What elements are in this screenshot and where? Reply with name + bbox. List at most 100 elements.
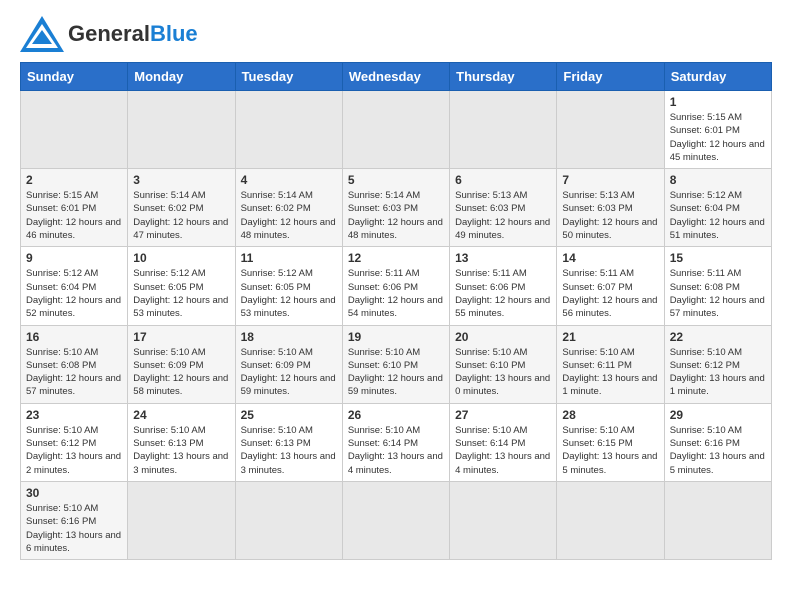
day-number: 11 (241, 251, 337, 265)
day-number: 2 (26, 173, 122, 187)
header-thursday: Thursday (450, 63, 557, 91)
header-friday: Friday (557, 63, 664, 91)
day-info: Sunrise: 5:10 AM Sunset: 6:13 PM Dayligh… (241, 424, 337, 477)
day-info: Sunrise: 5:15 AM Sunset: 6:01 PM Dayligh… (26, 189, 122, 242)
day-info: Sunrise: 5:12 AM Sunset: 6:04 PM Dayligh… (26, 267, 122, 320)
day-info: Sunrise: 5:13 AM Sunset: 6:03 PM Dayligh… (455, 189, 551, 242)
table-row: 9 Sunrise: 5:12 AM Sunset: 6:04 PM Dayli… (21, 247, 128, 325)
day-number: 10 (133, 251, 229, 265)
day-info: Sunrise: 5:12 AM Sunset: 6:05 PM Dayligh… (133, 267, 229, 320)
day-info: Sunrise: 5:10 AM Sunset: 6:14 PM Dayligh… (348, 424, 444, 477)
day-number: 9 (26, 251, 122, 265)
table-row (128, 91, 235, 169)
day-number: 14 (562, 251, 658, 265)
day-info: Sunrise: 5:11 AM Sunset: 6:07 PM Dayligh… (562, 267, 658, 320)
table-row: 28 Sunrise: 5:10 AM Sunset: 6:15 PM Dayl… (557, 403, 664, 481)
calendar-table: Sunday Monday Tuesday Wednesday Thursday… (20, 62, 772, 560)
table-row (21, 91, 128, 169)
day-info: Sunrise: 5:10 AM Sunset: 6:16 PM Dayligh… (670, 424, 766, 477)
table-row: 30 Sunrise: 5:10 AM Sunset: 6:16 PM Dayl… (21, 481, 128, 559)
table-row: 4 Sunrise: 5:14 AM Sunset: 6:02 PM Dayli… (235, 169, 342, 247)
day-info: Sunrise: 5:10 AM Sunset: 6:15 PM Dayligh… (562, 424, 658, 477)
header: GeneralBlue (20, 16, 772, 52)
table-row: 27 Sunrise: 5:10 AM Sunset: 6:14 PM Dayl… (450, 403, 557, 481)
day-number: 1 (670, 95, 766, 109)
logo-general: General (68, 21, 150, 46)
table-row: 18 Sunrise: 5:10 AM Sunset: 6:09 PM Dayl… (235, 325, 342, 403)
day-info: Sunrise: 5:10 AM Sunset: 6:14 PM Dayligh… (455, 424, 551, 477)
table-row (342, 481, 449, 559)
day-number: 23 (26, 408, 122, 422)
table-row: 25 Sunrise: 5:10 AM Sunset: 6:13 PM Dayl… (235, 403, 342, 481)
day-info: Sunrise: 5:10 AM Sunset: 6:10 PM Dayligh… (455, 346, 551, 399)
day-number: 7 (562, 173, 658, 187)
week-row: 16 Sunrise: 5:10 AM Sunset: 6:08 PM Dayl… (21, 325, 772, 403)
day-number: 19 (348, 330, 444, 344)
day-info: Sunrise: 5:11 AM Sunset: 6:06 PM Dayligh… (455, 267, 551, 320)
table-row: 13 Sunrise: 5:11 AM Sunset: 6:06 PM Dayl… (450, 247, 557, 325)
day-number: 21 (562, 330, 658, 344)
header-wednesday: Wednesday (342, 63, 449, 91)
day-number: 12 (348, 251, 444, 265)
table-row (128, 481, 235, 559)
table-row (235, 481, 342, 559)
day-info: Sunrise: 5:11 AM Sunset: 6:06 PM Dayligh… (348, 267, 444, 320)
day-number: 16 (26, 330, 122, 344)
day-info: Sunrise: 5:12 AM Sunset: 6:05 PM Dayligh… (241, 267, 337, 320)
table-row: 10 Sunrise: 5:12 AM Sunset: 6:05 PM Dayl… (128, 247, 235, 325)
day-number: 27 (455, 408, 551, 422)
week-row: 1 Sunrise: 5:15 AM Sunset: 6:01 PM Dayli… (21, 91, 772, 169)
table-row: 14 Sunrise: 5:11 AM Sunset: 6:07 PM Dayl… (557, 247, 664, 325)
table-row: 15 Sunrise: 5:11 AM Sunset: 6:08 PM Dayl… (664, 247, 771, 325)
day-number: 4 (241, 173, 337, 187)
table-row: 29 Sunrise: 5:10 AM Sunset: 6:16 PM Dayl… (664, 403, 771, 481)
day-info: Sunrise: 5:10 AM Sunset: 6:16 PM Dayligh… (26, 502, 122, 555)
logo-blue: Blue (150, 21, 198, 46)
day-info: Sunrise: 5:11 AM Sunset: 6:08 PM Dayligh… (670, 267, 766, 320)
day-number: 22 (670, 330, 766, 344)
table-row: 3 Sunrise: 5:14 AM Sunset: 6:02 PM Dayli… (128, 169, 235, 247)
day-number: 8 (670, 173, 766, 187)
table-row: 22 Sunrise: 5:10 AM Sunset: 6:12 PM Dayl… (664, 325, 771, 403)
day-number: 29 (670, 408, 766, 422)
day-number: 26 (348, 408, 444, 422)
logo: GeneralBlue (20, 16, 198, 52)
day-info: Sunrise: 5:15 AM Sunset: 6:01 PM Dayligh… (670, 111, 766, 164)
day-number: 17 (133, 330, 229, 344)
table-row (450, 91, 557, 169)
week-row: 30 Sunrise: 5:10 AM Sunset: 6:16 PM Dayl… (21, 481, 772, 559)
header-saturday: Saturday (664, 63, 771, 91)
table-row (664, 481, 771, 559)
day-info: Sunrise: 5:10 AM Sunset: 6:13 PM Dayligh… (133, 424, 229, 477)
day-info: Sunrise: 5:14 AM Sunset: 6:02 PM Dayligh… (133, 189, 229, 242)
table-row: 23 Sunrise: 5:10 AM Sunset: 6:12 PM Dayl… (21, 403, 128, 481)
table-row: 16 Sunrise: 5:10 AM Sunset: 6:08 PM Dayl… (21, 325, 128, 403)
day-info: Sunrise: 5:10 AM Sunset: 6:09 PM Dayligh… (133, 346, 229, 399)
table-row: 17 Sunrise: 5:10 AM Sunset: 6:09 PM Dayl… (128, 325, 235, 403)
day-number: 18 (241, 330, 337, 344)
table-row (342, 91, 449, 169)
header-sunday: Sunday (21, 63, 128, 91)
table-row: 20 Sunrise: 5:10 AM Sunset: 6:10 PM Dayl… (450, 325, 557, 403)
table-row: 5 Sunrise: 5:14 AM Sunset: 6:03 PM Dayli… (342, 169, 449, 247)
day-number: 28 (562, 408, 658, 422)
table-row: 1 Sunrise: 5:15 AM Sunset: 6:01 PM Dayli… (664, 91, 771, 169)
logo-icon (20, 16, 64, 52)
table-row: 19 Sunrise: 5:10 AM Sunset: 6:10 PM Dayl… (342, 325, 449, 403)
page: GeneralBlue Sunday Monday Tuesday Wednes… (0, 0, 792, 576)
table-row: 26 Sunrise: 5:10 AM Sunset: 6:14 PM Dayl… (342, 403, 449, 481)
header-monday: Monday (128, 63, 235, 91)
day-info: Sunrise: 5:10 AM Sunset: 6:11 PM Dayligh… (562, 346, 658, 399)
table-row: 12 Sunrise: 5:11 AM Sunset: 6:06 PM Dayl… (342, 247, 449, 325)
day-number: 30 (26, 486, 122, 500)
day-info: Sunrise: 5:14 AM Sunset: 6:02 PM Dayligh… (241, 189, 337, 242)
table-row: 21 Sunrise: 5:10 AM Sunset: 6:11 PM Dayl… (557, 325, 664, 403)
day-number: 3 (133, 173, 229, 187)
table-row (450, 481, 557, 559)
table-row: 2 Sunrise: 5:15 AM Sunset: 6:01 PM Dayli… (21, 169, 128, 247)
day-number: 15 (670, 251, 766, 265)
table-row (557, 481, 664, 559)
table-row (557, 91, 664, 169)
table-row: 24 Sunrise: 5:10 AM Sunset: 6:13 PM Dayl… (128, 403, 235, 481)
day-info: Sunrise: 5:10 AM Sunset: 6:10 PM Dayligh… (348, 346, 444, 399)
